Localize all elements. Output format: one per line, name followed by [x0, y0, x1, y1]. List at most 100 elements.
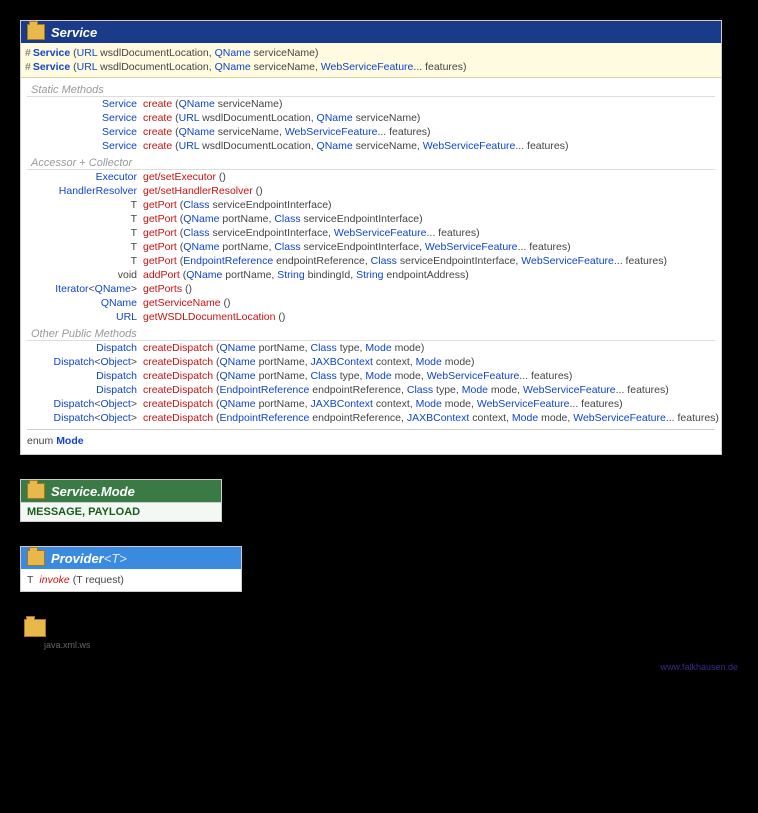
method-row: URLgetWSDLDocumentLocation () — [27, 310, 715, 324]
method-name[interactable]: create — [143, 126, 172, 138]
provider-class-box: Provider <T> Tinvoke (T request) — [20, 546, 242, 592]
method-name[interactable]: createDispatch — [143, 384, 213, 396]
method-row: Dispatch<Object>createDispatch (QName po… — [27, 355, 715, 369]
return-type: Dispatch — [27, 383, 143, 397]
method-params: (QName portName, JAXBContext context, Mo… — [213, 356, 474, 368]
method-name[interactable]: createDispatch — [143, 398, 213, 410]
return-type: void — [27, 268, 143, 282]
method-params: (QName portName, String bindingId, Strin… — [180, 269, 469, 281]
visibility-icon: # — [25, 61, 33, 73]
method-name[interactable]: getPort — [143, 255, 177, 267]
return-type: HandlerResolver — [27, 184, 143, 198]
method-name[interactable]: getPort — [143, 227, 177, 239]
method-name[interactable]: getPort — [143, 241, 177, 253]
package-icon — [24, 619, 46, 637]
return-type: T — [27, 254, 143, 268]
method-name[interactable]: getPort — [143, 213, 177, 225]
method-params: (QName portName, Class type, Mode mode) — [213, 342, 424, 354]
method-params: (QName portName, JAXBContext context, Mo… — [213, 398, 623, 410]
provider-header: Provider <T> — [21, 547, 241, 569]
method-params: () — [253, 185, 263, 197]
return-type: Executor — [27, 170, 143, 184]
method-params: (QName serviceName, WebServiceFeature...… — [172, 126, 430, 138]
method-params: () — [216, 171, 226, 183]
service-mode-box: Service.Mode MESSAGE, PAYLOAD — [20, 479, 222, 522]
method-params: (QName portName, Class serviceEndpointIn… — [177, 213, 423, 225]
method-name[interactable]: invoke — [39, 574, 69, 586]
method-name[interactable]: getServiceName — [143, 297, 221, 309]
method-params: () — [221, 297, 231, 309]
method-row: TgetPort (Class serviceEndpointInterface… — [27, 198, 715, 212]
return-type: Dispatch — [27, 369, 143, 383]
method-row: DispatchcreateDispatch (EndpointReferenc… — [27, 383, 715, 397]
package-icon — [27, 550, 45, 566]
method-params: (Class serviceEndpointInterface, WebServ… — [177, 227, 480, 239]
constructor-name[interactable]: Service — [33, 47, 70, 59]
constructor-row: #Service (URL wsdlDocumentLocation, QNam… — [25, 46, 717, 60]
constructor-name[interactable]: Service — [33, 61, 70, 73]
method-row: DispatchcreateDispatch (QName portName, … — [27, 341, 715, 355]
method-params: (T request) — [70, 574, 124, 586]
method-params: (EndpointReference endpointReference, Cl… — [213, 384, 669, 396]
return-type: Service — [27, 111, 143, 125]
method-row: TgetPort (Class serviceEndpointInterface… — [27, 226, 715, 240]
enum-keyword: enum — [27, 435, 56, 447]
nested-enum-row: enum Mode — [27, 434, 715, 448]
method-name[interactable]: createDispatch — [143, 356, 213, 368]
method-params: () — [182, 283, 192, 295]
mode-title: Service.Mode — [51, 484, 135, 499]
section-label: Accessor + Collector — [27, 157, 715, 170]
method-name[interactable]: createDispatch — [143, 412, 213, 424]
method-name[interactable]: addPort — [143, 269, 180, 281]
service-body: Static MethodsServicecreate (QName servi… — [21, 78, 721, 454]
method-row: Servicecreate (URL wsdlDocumentLocation,… — [27, 139, 715, 153]
method-row: TgetPort (QName portName, Class serviceE… — [27, 240, 715, 254]
method-row: DispatchcreateDispatch (QName portName, … — [27, 369, 715, 383]
return-type: Dispatch<Object> — [27, 397, 143, 411]
method-name[interactable]: getWSDLDocumentLocation — [143, 311, 276, 323]
mode-values: MESSAGE, PAYLOAD — [21, 502, 221, 521]
method-row: TgetPort (EndpointReference endpointRefe… — [27, 254, 715, 268]
method-name[interactable]: create — [143, 98, 172, 110]
enum-link[interactable]: Mode — [56, 435, 83, 447]
method-name[interactable]: createDispatch — [143, 370, 213, 382]
provider-body: Tinvoke (T request) — [21, 569, 241, 591]
method-row: QNamegetServiceName () — [27, 296, 715, 310]
method-name[interactable]: getPorts — [143, 283, 182, 295]
method-row: Servicecreate (QName serviceName, WebSer… — [27, 125, 715, 139]
method-name[interactable]: createDispatch — [143, 342, 213, 354]
package-icon — [27, 483, 45, 499]
return-type: Dispatch<Object> — [27, 411, 143, 425]
method-row: Iterator<QName>getPorts () — [27, 282, 715, 296]
service-header: Service — [21, 21, 721, 43]
method-params: (QName portName, Class type, Mode mode, … — [213, 370, 572, 382]
method-name[interactable]: get/setExecutor — [143, 171, 216, 183]
return-type: Service — [27, 125, 143, 139]
return-type: Dispatch — [27, 341, 143, 355]
return-type: QName — [27, 296, 143, 310]
method-row: Dispatch<Object>createDispatch (Endpoint… — [27, 411, 715, 425]
return-type: URL — [27, 310, 143, 324]
method-name[interactable]: create — [143, 140, 172, 152]
return-type: T — [27, 226, 143, 240]
return-type: Iterator<QName> — [27, 282, 143, 296]
constructor-row: #Service (URL wsdlDocumentLocation, QNam… — [25, 60, 717, 74]
method-row: Dispatch<Object>createDispatch (QName po… — [27, 397, 715, 411]
package-icon — [27, 24, 45, 40]
method-name[interactable]: get/setHandlerResolver — [143, 185, 253, 197]
return-type: T — [27, 198, 143, 212]
constructor-section: #Service (URL wsdlDocumentLocation, QNam… — [21, 43, 721, 78]
method-name[interactable]: create — [143, 112, 172, 124]
method-row: TgetPort (QName portName, Class serviceE… — [27, 212, 715, 226]
method-name[interactable]: getPort — [143, 199, 177, 211]
method-params: (QName portName, Class serviceEndpointIn… — [177, 241, 571, 253]
method-row: Servicecreate (QName serviceName) — [27, 97, 715, 111]
return-type: T — [27, 212, 143, 226]
method-params: () — [276, 311, 286, 323]
footer-link[interactable]: www.falkhausen.de — [20, 662, 738, 672]
package-box: javax.xml.ws java.xml.ws — [20, 616, 738, 652]
method-params: (Class serviceEndpointInterface) — [177, 199, 332, 211]
return-type: Dispatch<Object> — [27, 355, 143, 369]
method-params: (EndpointReference endpointReference, JA… — [213, 412, 719, 424]
package-name: javax.xml.ws — [52, 617, 162, 638]
